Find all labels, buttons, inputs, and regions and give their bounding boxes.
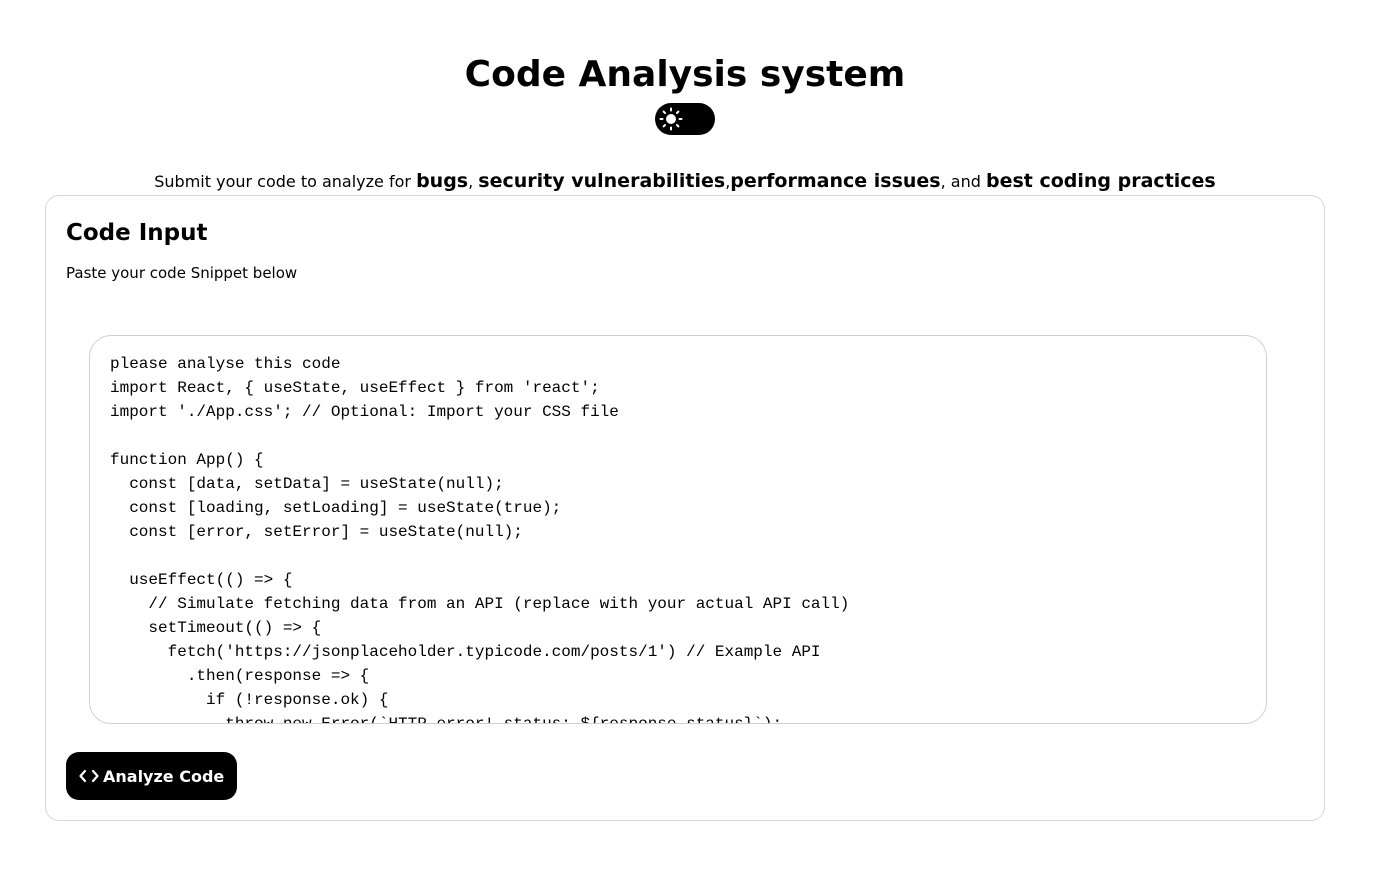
page-subtitle: Submit your code to analyze for bugs, se… (0, 166, 1370, 197)
code-input-textarea[interactable] (89, 335, 1267, 724)
subtitle-bugs: bugs (416, 170, 469, 192)
subtitle-performance: performance issues (730, 170, 941, 192)
analyze-button-label: Analyze Code (103, 766, 225, 786)
code-brackets-icon (79, 768, 99, 784)
subtitle-prefix: Submit your code to analyze for (154, 172, 417, 191)
subtitle-separator: , (468, 172, 479, 191)
analyze-code-button[interactable]: Analyze Code (66, 752, 238, 800)
subtitle-separator: , and (940, 172, 986, 191)
page: Code Analysis system Submit your code to… (0, 0, 1377, 872)
theme-toggle[interactable] (655, 103, 715, 135)
card-description: Paste your code Snippet below (66, 264, 298, 282)
card-title: Code Input (66, 220, 208, 246)
subtitle-practices: best coding practices (985, 170, 1216, 192)
sun-icon (659, 107, 683, 131)
code-input-card: Code Input Paste your code Snippet below… (45, 195, 1325, 821)
page-title: Code Analysis system (464, 54, 906, 95)
subtitle-security: security vulnerabilities (478, 170, 726, 192)
